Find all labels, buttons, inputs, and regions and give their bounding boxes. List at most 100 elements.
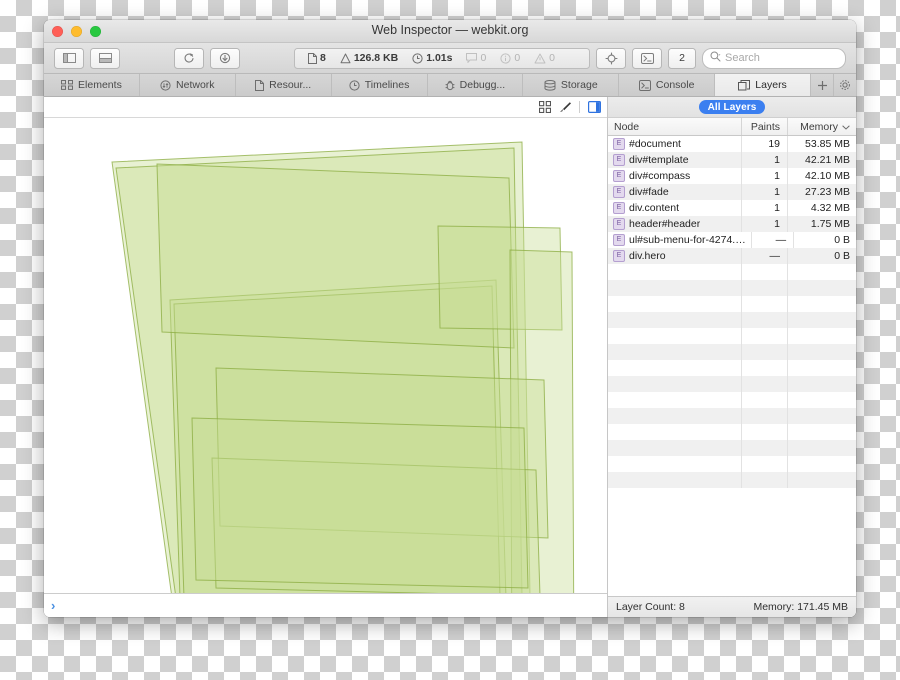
tab-elements[interactable]: Elements <box>44 74 140 96</box>
cell-node: Ediv.content <box>608 200 742 216</box>
cell-paints <box>742 392 788 408</box>
table-row-empty <box>608 312 856 328</box>
inspect-element-button[interactable] <box>596 47 626 69</box>
cell-memory: 27.23 MB <box>805 186 850 198</box>
tab-debugger[interactable]: Debugg... <box>428 74 524 96</box>
cell-paints: — <box>742 248 788 264</box>
cell-memory <box>788 408 856 424</box>
stat-warning-count[interactable]: 0 <box>529 52 560 64</box>
tab-timelines[interactable]: Timelines <box>332 74 428 96</box>
cell-memory <box>788 280 856 296</box>
sidebar-toggle-icon[interactable] <box>588 101 601 113</box>
layers-status-bar: Layer Count: 8 Memory: 171.45 MB <box>608 596 856 617</box>
stat-resource-count[interactable]: 8 <box>303 52 331 64</box>
info-icon <box>500 52 511 64</box>
table-row-empty <box>608 264 856 280</box>
cell-memory <box>788 376 856 392</box>
sidebar-layout-icon <box>62 53 76 63</box>
cell-node <box>608 344 742 360</box>
all-layers-badge[interactable]: All Layers <box>698 100 766 114</box>
table-row[interactable]: Eheader#header 1 1.75 MB <box>608 216 856 232</box>
tab-layers[interactable]: Layers <box>715 74 811 96</box>
main-toolbar: 8 126.8 KB 1.01s 0 0 0 2 Search <box>44 43 856 74</box>
layer-3d-visualization[interactable] <box>44 118 607 593</box>
cell-memory <box>788 440 856 456</box>
tab-storage[interactable]: Storage <box>523 74 620 96</box>
layers-table-body[interactable]: E #document 19 53.85 MB Ediv#template 1 42.21 … <box>608 136 856 596</box>
stat-load-time[interactable]: 1.01s <box>407 52 457 64</box>
element-badge-icon: E <box>613 138 625 150</box>
node-label: header#header <box>629 218 701 230</box>
table-row[interactable]: Ediv#template 1 42.21 MB <box>608 152 856 168</box>
warning-icon <box>534 53 546 64</box>
element-badge-icon: E <box>613 234 625 246</box>
column-header-memory[interactable]: Memory <box>788 118 856 135</box>
download-button[interactable] <box>210 47 240 69</box>
table-row[interactable]: Ediv#fade 1 27.23 MB <box>608 184 856 200</box>
selected-node-count[interactable]: 2 <box>668 47 696 69</box>
search-input[interactable]: Search <box>702 47 846 69</box>
timelines-icon <box>349 79 360 91</box>
gear-icon <box>840 80 850 90</box>
console-icon <box>640 52 654 64</box>
tab-network[interactable]: Network <box>140 74 236 96</box>
stat-info-count[interactable]: 0 <box>495 52 525 64</box>
cell-memory <box>788 472 856 488</box>
cell-node <box>608 280 742 296</box>
paintbrush-icon[interactable] <box>559 101 571 113</box>
layers-table-header: Node Paints Memory <box>608 118 856 136</box>
node-label: div.content <box>629 202 680 214</box>
table-row[interactable]: E #document 19 53.85 MB <box>608 136 856 152</box>
cell-paints: 1 <box>742 168 788 184</box>
column-header-node[interactable]: Node <box>608 118 742 135</box>
cell-memory: 0 B <box>834 250 850 262</box>
tab-label: Debugg... <box>459 79 506 91</box>
cell-paints <box>742 344 788 360</box>
settings-gear-button[interactable] <box>834 74 856 96</box>
toolbar-right-group: 2 Search <box>596 47 846 69</box>
cell-node: Ediv#template <box>608 152 742 168</box>
grid-icon[interactable] <box>539 101 551 113</box>
search-icon <box>710 49 721 67</box>
node-label: ul#sub-menu-for-4274.sub-… <box>629 234 751 246</box>
cell-paints <box>742 440 788 456</box>
toggle-split-button[interactable] <box>90 47 120 69</box>
element-badge-icon: E <box>613 202 625 214</box>
cell-node <box>608 360 742 376</box>
add-tab-button[interactable] <box>811 74 834 96</box>
cell-memory: 42.21 MB <box>805 154 850 166</box>
table-row[interactable]: Ediv#compass 1 42.10 MB <box>608 168 856 184</box>
tab-label: Storage <box>560 79 598 91</box>
cell-node: Ediv#fade <box>608 184 742 200</box>
window-titlebar: Web Inspector — webkit.org <box>44 20 856 43</box>
cell-paints: 1 <box>742 152 788 168</box>
cell-paints: — <box>752 232 795 248</box>
layers-icon <box>738 79 751 91</box>
stat-transfer-size[interactable]: 126.8 KB <box>335 52 403 64</box>
table-row[interactable]: Eul#sub-menu-for-4274.sub-…— 0 B <box>608 232 856 248</box>
tab-console[interactable]: Console <box>619 74 716 96</box>
toggle-sidebar-button[interactable] <box>54 47 84 69</box>
stat-value: 126.8 KB <box>353 52 399 64</box>
table-row-empty <box>608 456 856 472</box>
tab-label: Layers <box>755 79 787 91</box>
cell-paints <box>742 280 788 296</box>
layer-quad-lower-2 <box>191 417 529 589</box>
tab-resources[interactable]: Resour... <box>236 74 332 96</box>
cell-node: Ediv#compass <box>608 168 742 184</box>
tab-label: Resour... <box>269 79 312 91</box>
stat-log-count[interactable]: 0 <box>461 52 491 64</box>
cell-node <box>608 312 742 328</box>
table-row[interactable]: Ediv.content 1 4.32 MB <box>608 200 856 216</box>
table-row[interactable]: Ediv.hero —0 B <box>608 248 856 264</box>
element-badge-icon: E <box>613 218 625 230</box>
toggle-console-button[interactable] <box>632 47 662 69</box>
cell-memory <box>788 344 856 360</box>
network-icon <box>160 79 171 91</box>
tab-label: Console <box>655 79 695 91</box>
reload-button[interactable] <box>174 47 204 69</box>
column-header-paints[interactable]: Paints <box>742 118 788 135</box>
element-badge-icon: E <box>613 186 625 198</box>
console-prompt-bar[interactable]: › <box>44 593 607 617</box>
toolbar-divider <box>579 101 580 113</box>
